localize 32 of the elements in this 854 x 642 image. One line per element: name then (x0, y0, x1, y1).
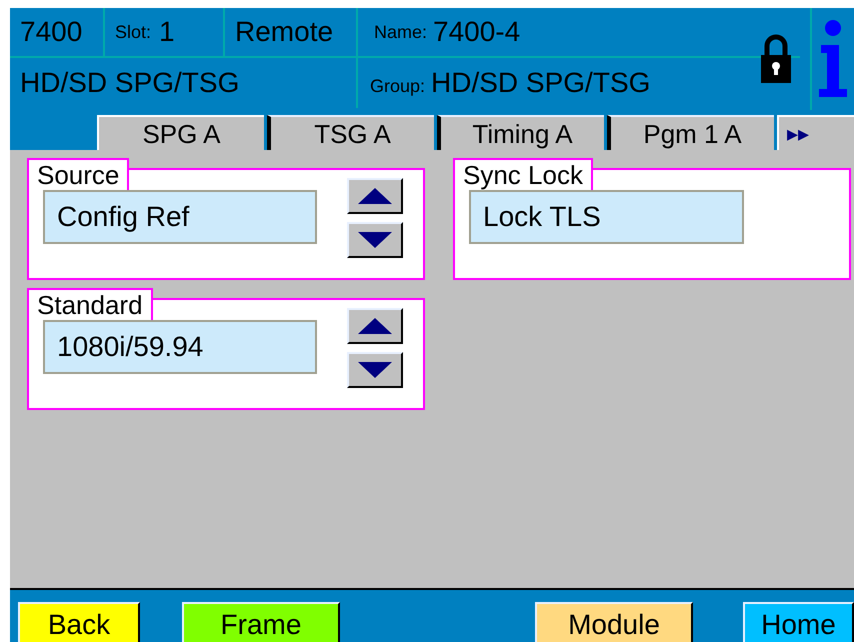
panel-title: Source (27, 158, 130, 190)
model-label: 7400 (10, 8, 105, 56)
tab[interactable]: Timing A (437, 115, 604, 150)
slot-label: Slot: (115, 20, 152, 44)
name-label: Name: (374, 20, 428, 44)
panel-title: Sync Lock (453, 158, 593, 190)
footer-button[interactable]: Module (535, 602, 693, 642)
tab[interactable]: Pgm 1 A (607, 115, 774, 150)
footer-button[interactable]: Back (18, 602, 140, 642)
description-label: HD/SD SPG/TSG (10, 58, 358, 108)
up-arrow-button[interactable] (347, 308, 403, 344)
down-triangle-icon (357, 361, 393, 379)
up-arrow-button[interactable] (347, 178, 403, 214)
footer-button[interactable]: Home (743, 602, 854, 642)
value-field: 1080i/59.94 (43, 320, 317, 374)
value-field: Config Ref (43, 190, 317, 244)
down-arrow-button[interactable] (347, 222, 403, 258)
group-value: HD/SD SPG/TSG (431, 66, 650, 100)
slot-number: 1 (159, 15, 175, 49)
tab[interactable]: SPG A (97, 115, 264, 150)
group-label: Group: (370, 74, 426, 98)
footer-button[interactable]: Frame (182, 602, 340, 642)
name-value: 7400-4 (433, 15, 520, 49)
more-tabs-button[interactable]: ▸▸ (777, 115, 854, 150)
tab[interactable]: TSG A (267, 115, 434, 150)
panel-title: Standard (27, 288, 153, 320)
down-triangle-icon (357, 231, 393, 249)
value-field: Lock TLS (469, 190, 744, 244)
mode-label: Remote (225, 8, 358, 56)
down-arrow-button[interactable] (347, 352, 403, 388)
up-triangle-icon (357, 317, 393, 335)
up-triangle-icon (357, 187, 393, 205)
